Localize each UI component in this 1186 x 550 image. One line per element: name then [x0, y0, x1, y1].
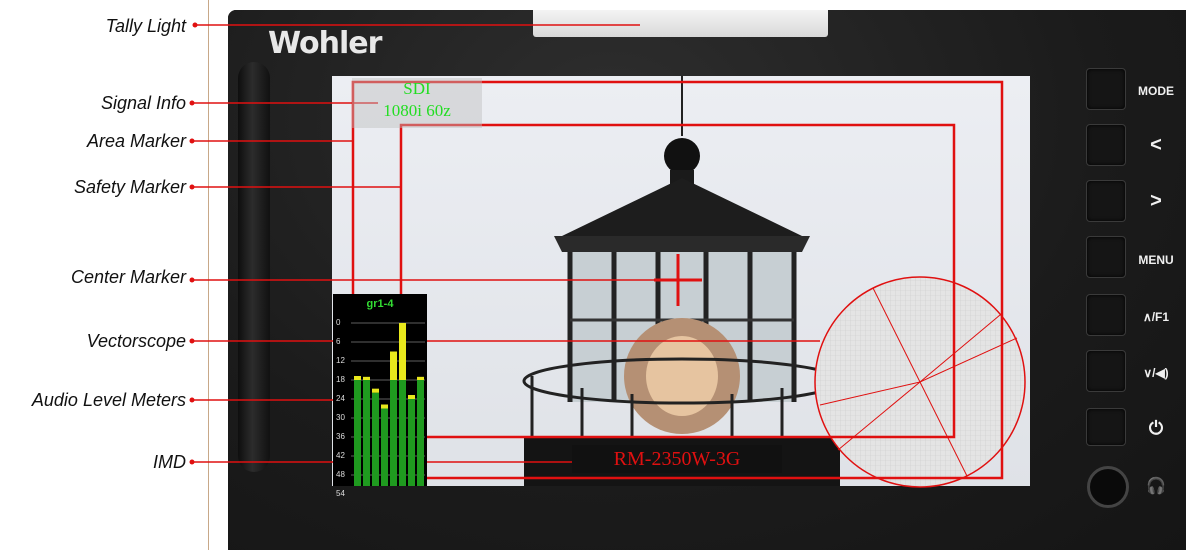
- signal-info-box: SDI 1080i 60z: [352, 78, 482, 128]
- audio-level-meters: gr1-4 0 6 12 18 24 30 36 42 48 54: [333, 294, 427, 498]
- meter-bar: [390, 380, 397, 486]
- meter-bar-peak: [408, 395, 415, 399]
- meter-bar: [381, 408, 388, 486]
- imd-display: RM-2350W-3G: [572, 445, 782, 473]
- signal-type: SDI: [403, 79, 431, 98]
- meter-bar-peak: [390, 351, 397, 380]
- meter-bar: [363, 380, 370, 486]
- callout-lines: [192, 24, 820, 463]
- meter-bar-peak: [363, 376, 370, 380]
- meter-bar: [354, 380, 361, 486]
- meter-bar-peak: [417, 376, 424, 380]
- meter-bar-peak: [354, 376, 361, 380]
- meter-bar-peak: [381, 404, 388, 409]
- meter-scale-label: 54: [336, 489, 345, 498]
- signal-format: 1080i 60z: [383, 101, 451, 120]
- vectorscope: [814, 276, 1026, 488]
- meter-bar-peak: [399, 323, 406, 380]
- meter-bar: [417, 380, 424, 486]
- meter-bar-peak: [372, 388, 379, 393]
- meter-bar: [372, 392, 379, 486]
- meter-bar: [399, 380, 406, 486]
- meter-bars: [351, 322, 425, 486]
- meter-bar: [408, 399, 415, 486]
